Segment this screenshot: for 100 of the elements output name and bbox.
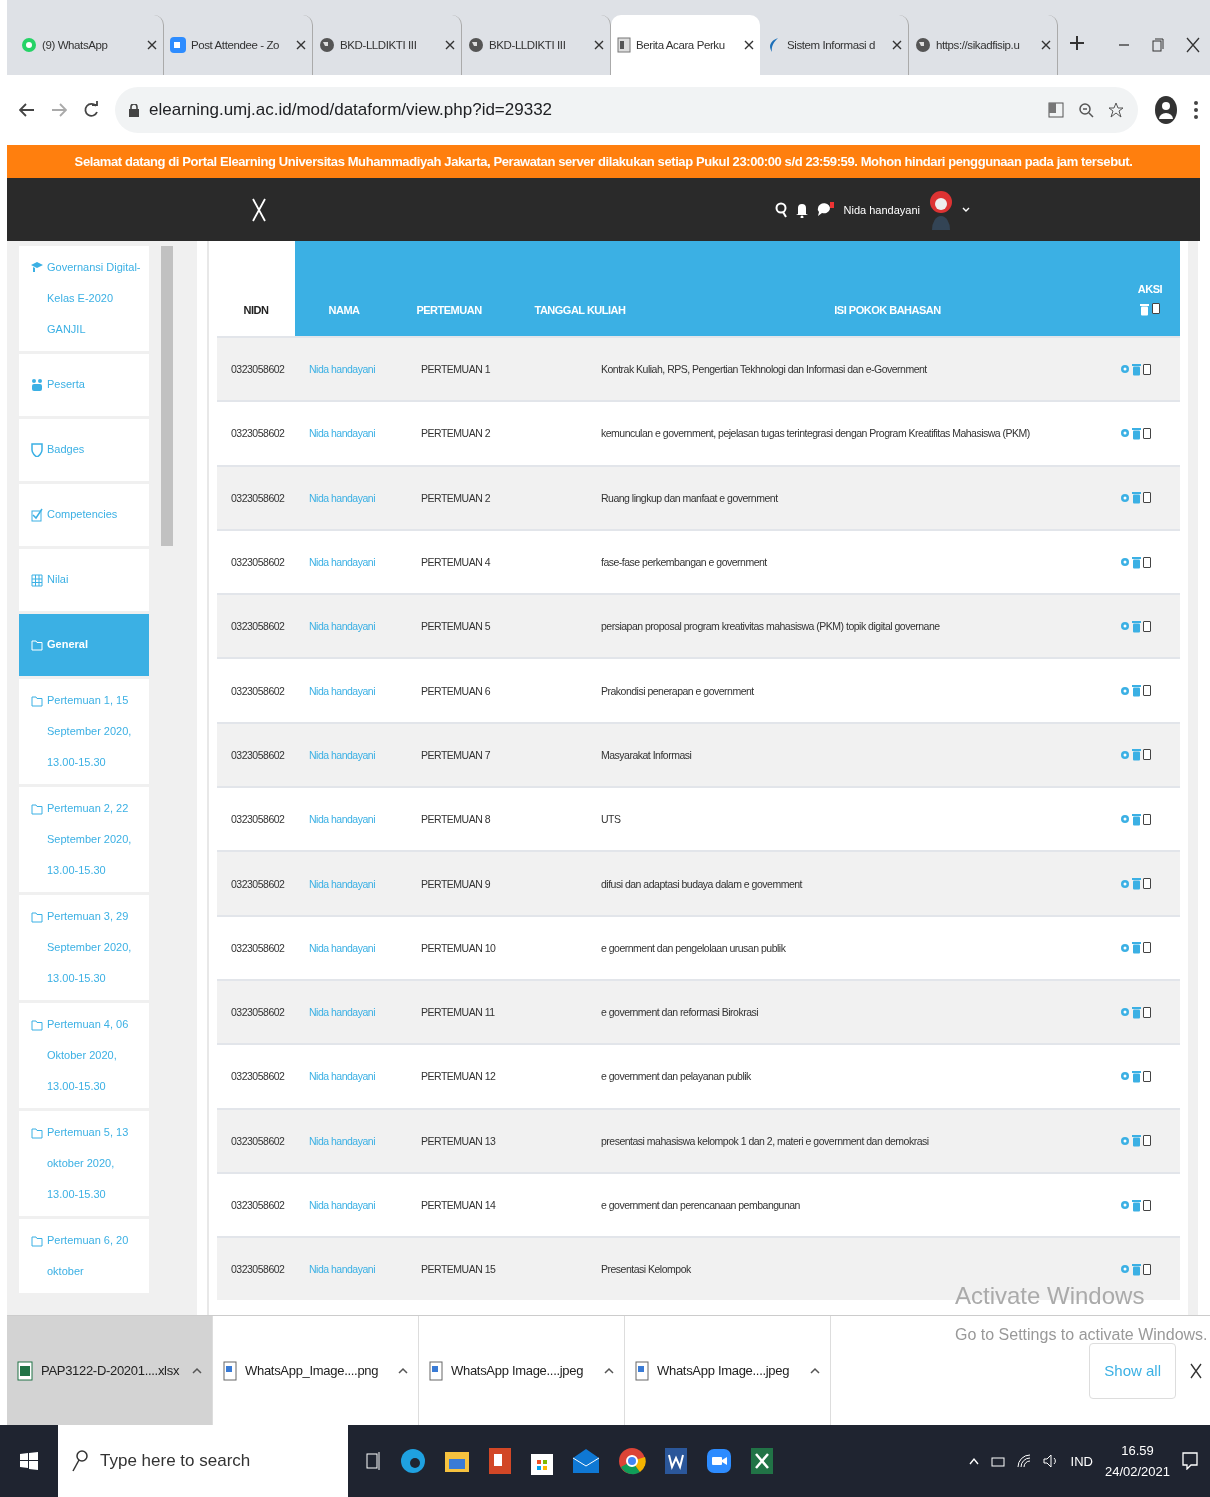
row-checkbox[interactable]: [1143, 1006, 1151, 1018]
chevron-down-icon[interactable]: [962, 206, 970, 213]
topic-cell-text: e government dan reformasi Birokrasi: [601, 1006, 760, 1019]
close-icon[interactable]: [744, 40, 754, 50]
avatar-icon[interactable]: [929, 189, 953, 230]
translate-icon[interactable]: [1048, 102, 1064, 118]
sidebar-item[interactable]: Pertemuan 5, 13 oktober 2020, 13.00-15.30: [19, 1111, 149, 1216]
row-checkbox[interactable]: [1143, 1070, 1151, 1082]
name-link[interactable]: Nida handayani: [303, 363, 401, 376]
name-link[interactable]: Nida handayani: [303, 1263, 401, 1276]
bell-icon[interactable]: [795, 201, 808, 218]
sidebar-item[interactable]: Nilai: [19, 549, 149, 611]
topic-cell-text: e government dan pelayanan publik: [601, 1070, 752, 1083]
sidebar-item[interactable]: Pertemuan 6, 20 oktober: [19, 1219, 149, 1293]
row-checkbox[interactable]: [1143, 620, 1151, 632]
download-item[interactable]: PAP3122-D-20201....xlsx: [7, 1316, 213, 1425]
restore-icon[interactable]: [1152, 38, 1164, 52]
name-link[interactable]: Nida handayani: [303, 620, 401, 633]
select-all-checkbox[interactable]: [1152, 303, 1160, 314]
row-checkbox[interactable]: [1143, 556, 1151, 568]
name-link[interactable]: Nida handayani: [303, 1006, 401, 1019]
scrollbar-thumb[interactable]: [161, 246, 173, 546]
sidebar-item[interactable]: General: [19, 614, 149, 676]
video-camera-icon[interactable]: [706, 1448, 732, 1474]
name-link[interactable]: Nida handayani: [303, 748, 401, 761]
name-link[interactable]: Nida handayani: [303, 1134, 401, 1147]
row-checkbox[interactable]: [1143, 813, 1151, 825]
reload-icon[interactable]: [83, 101, 99, 119]
close-icon[interactable]: [445, 40, 455, 50]
name-link[interactable]: Nida handayani: [303, 684, 401, 697]
scrollbar-track[interactable]: [1188, 241, 1198, 1315]
browser-tab[interactable]: Berita Acara Perku: [611, 15, 760, 75]
presentation-app-icon[interactable]: [488, 1447, 512, 1475]
chrome-logo-icon[interactable]: [618, 1447, 646, 1475]
sidebar-item[interactable]: Badges: [19, 419, 149, 481]
star-icon[interactable]: [1108, 102, 1124, 118]
row-checkbox[interactable]: [1143, 685, 1151, 697]
notification-icon[interactable]: [1182, 1452, 1198, 1470]
nidn-cell-text: 0323058602: [230, 1134, 286, 1147]
sidebar-item[interactable]: Pertemuan 1, 15 September 2020, 13.00-15.30: [19, 679, 149, 784]
spreadsheet-app-icon[interactable]: [750, 1447, 774, 1475]
sidebar-item[interactable]: Pertemuan 3, 29 September 2020, 13.00-15.30: [19, 895, 149, 1000]
clock-date[interactable]: 24/02/2021: [1104, 1464, 1170, 1479]
row-checkbox[interactable]: [1143, 363, 1151, 375]
word-processor-icon[interactable]: [664, 1447, 688, 1475]
sidebar-item[interactable]: Pertemuan 4, 06 Oktober 2020, 13.00-15.30: [19, 1003, 149, 1108]
meeting-cell-text: PERTEMUAN 6: [420, 684, 491, 697]
plus-icon[interactable]: [1070, 35, 1084, 50]
row-checkbox[interactable]: [1143, 1135, 1151, 1147]
row-checkbox[interactable]: [1143, 878, 1151, 889]
name-link[interactable]: Nida handayani: [303, 813, 401, 826]
name-link[interactable]: Nida handayani: [303, 1070, 401, 1083]
caret-up-icon[interactable]: [810, 1367, 820, 1374]
meeting-cell-text: PERTEMUAN 13: [420, 1134, 497, 1147]
language-indicator[interactable]: IND: [1070, 1453, 1093, 1469]
name-link[interactable]: Nida handayani: [303, 1199, 401, 1211]
task-view-icon[interactable]: [366, 1450, 382, 1472]
name-link[interactable]: Nida handayani: [303, 556, 401, 569]
close-icon[interactable]: [1190, 1362, 1202, 1379]
user-name[interactable]: Nida handayani: [843, 203, 920, 216]
close-icon[interactable]: [1041, 40, 1051, 50]
sidebar-item[interactable]: Pertemuan 2, 22 September 2020, 13.00-15.30: [19, 787, 149, 892]
caret-up-icon[interactable]: [192, 1367, 202, 1374]
sidebar-item[interactable]: Competencies: [19, 484, 149, 546]
name-link[interactable]: Nida handayani: [303, 877, 401, 890]
speaker-icon[interactable]: [1042, 1454, 1059, 1468]
close-icon[interactable]: [147, 40, 157, 50]
close-icon[interactable]: [594, 40, 604, 50]
menu-icon[interactable]: [1194, 100, 1198, 120]
folder-icon: [31, 638, 43, 652]
close-icon[interactable]: [892, 40, 902, 50]
caret-up-icon[interactable]: [604, 1367, 614, 1374]
name-link[interactable]: Nida handayani: [303, 427, 401, 440]
name-link[interactable]: Nida handayani: [303, 491, 401, 504]
name-link[interactable]: Nida handayani: [303, 941, 401, 954]
taskbar-search-field[interactable]: Type here to search: [58, 1425, 348, 1497]
envelope-icon[interactable]: [572, 1448, 600, 1474]
windows-logo-icon[interactable]: [20, 1452, 38, 1470]
chat-bubble-icon[interactable]: [816, 201, 835, 218]
row-checkbox[interactable]: [1143, 427, 1151, 439]
caret-up-icon[interactable]: [398, 1367, 408, 1374]
sidebar-item[interactable]: Peserta: [19, 354, 149, 416]
row-checkbox[interactable]: [1143, 942, 1151, 954]
zoom-out-icon[interactable]: [1078, 102, 1094, 118]
show-all-button[interactable]: Show all: [1089, 1342, 1176, 1399]
close-icon[interactable]: [1186, 37, 1200, 53]
wifi-icon[interactable]: [1016, 1454, 1031, 1468]
chevron-up-icon[interactable]: [968, 1457, 979, 1465]
address-field[interactable]: elearning.umj.ac.id/mod/dataform/view.php?id=29332: [115, 87, 1138, 133]
back-arrow-icon[interactable]: [19, 102, 35, 118]
row-checkbox[interactable]: [1143, 1199, 1151, 1211]
close-icon[interactable]: [296, 40, 306, 50]
profile-icon[interactable]: [1154, 95, 1178, 125]
sidebar-item[interactable]: Governansi Digital-Kelas E-2020 GANJIL: [19, 246, 149, 351]
row-checkbox[interactable]: [1143, 1263, 1151, 1275]
search-icon[interactable]: [774, 201, 787, 218]
row-checkbox[interactable]: [1143, 492, 1151, 504]
folder-icon[interactable]: [444, 1449, 470, 1473]
clock-time[interactable]: 16.59: [1121, 1443, 1154, 1458]
row-checkbox[interactable]: [1143, 749, 1151, 761]
